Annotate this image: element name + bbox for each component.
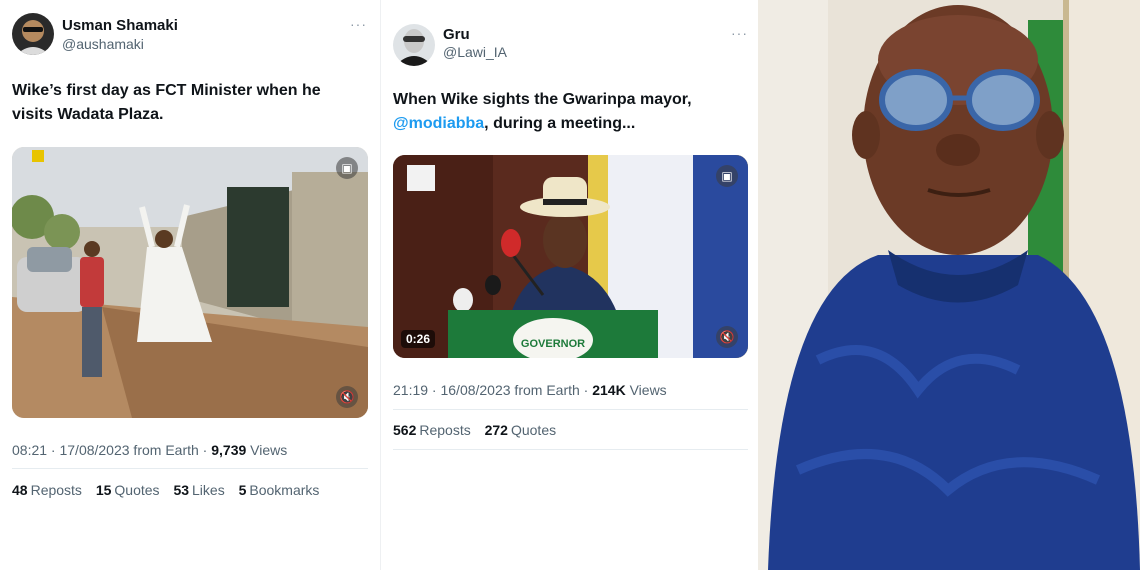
timestamp-text[interactable]: 08:21 · 17/08/2023 from Earth · bbox=[12, 442, 211, 458]
views-count: 9,739 bbox=[211, 442, 247, 458]
tweet-video[interactable]: ▣ 🔇 bbox=[12, 147, 368, 418]
more-options-icon[interactable]: ··· bbox=[731, 25, 748, 41]
gallery-icon[interactable]: ▣ bbox=[336, 157, 358, 179]
divider bbox=[12, 468, 368, 469]
more-options-icon[interactable]: ··· bbox=[350, 16, 367, 32]
divider bbox=[393, 449, 748, 450]
avatar[interactable] bbox=[393, 24, 435, 66]
tweet-video[interactable]: GOVERNOR ▣ 0:26 🔇 bbox=[393, 155, 748, 358]
reposts-stat[interactable]: 562 Reposts bbox=[393, 422, 471, 438]
reposts-stat[interactable]: 48 Reposts bbox=[12, 482, 82, 498]
quotes-stat[interactable]: 15 Quotes bbox=[96, 482, 160, 498]
likes-stat[interactable]: 53 Likes bbox=[173, 482, 224, 498]
views-label: Views bbox=[246, 442, 288, 458]
bookmarks-stat[interactable]: 5 Bookmarks bbox=[239, 482, 320, 498]
tweet-timestamp: 08:21 · 17/08/2023 from Earth · 9,739 Vi… bbox=[12, 442, 287, 458]
divider bbox=[393, 409, 748, 410]
user-handle[interactable]: @aushamaki bbox=[62, 36, 144, 52]
mute-icon[interactable]: 🔇 bbox=[716, 326, 738, 348]
user-handle[interactable]: @Lawi_IA bbox=[443, 44, 507, 60]
tweet-text-part: , during a meeting... bbox=[484, 115, 636, 132]
gallery-icon[interactable]: ▣ bbox=[716, 165, 738, 187]
tweet-usman-shamaki: Usman Shamaki @aushamaki ··· Wike’s firs… bbox=[0, 0, 380, 570]
tweet-text: Wike’s first day as FCT Minister when he… bbox=[12, 82, 321, 123]
views-label: Views bbox=[625, 382, 667, 398]
mute-icon[interactable]: 🔇 bbox=[336, 386, 358, 408]
engagement-stats: 48 Reposts 15 Quotes 53 Likes 5 Bookmarks bbox=[12, 482, 329, 498]
views-count: 214K bbox=[592, 382, 626, 398]
user-name[interactable]: Usman Shamaki bbox=[62, 17, 178, 34]
user-name[interactable]: Gru bbox=[443, 26, 470, 43]
tweet-timestamp: 21:19 · 16/08/2023 from Earth · 214K Vie… bbox=[393, 382, 667, 398]
avatar[interactable] bbox=[12, 13, 54, 55]
portrait-photo bbox=[758, 0, 1140, 570]
engagement-stats: 562 Reposts 272 Quotes bbox=[393, 422, 566, 438]
tweet-text-part: When Wike sights the Gwarinpa mayor, bbox=[393, 91, 692, 108]
video-timecode: 0:26 bbox=[401, 330, 436, 348]
tweet-text: When Wike sights the Gwarinpa mayor, @mo… bbox=[393, 88, 733, 136]
quotes-stat[interactable]: 272 Quotes bbox=[485, 422, 557, 438]
podium-label: GOVERNOR bbox=[521, 338, 585, 350]
mention-link[interactable]: @modiabba bbox=[393, 115, 484, 132]
timestamp-text[interactable]: 21:19 · 16/08/2023 from Earth · bbox=[393, 382, 592, 398]
tweet-gru: Gru @Lawi_IA ··· When Wike sights the Gw… bbox=[380, 0, 758, 570]
